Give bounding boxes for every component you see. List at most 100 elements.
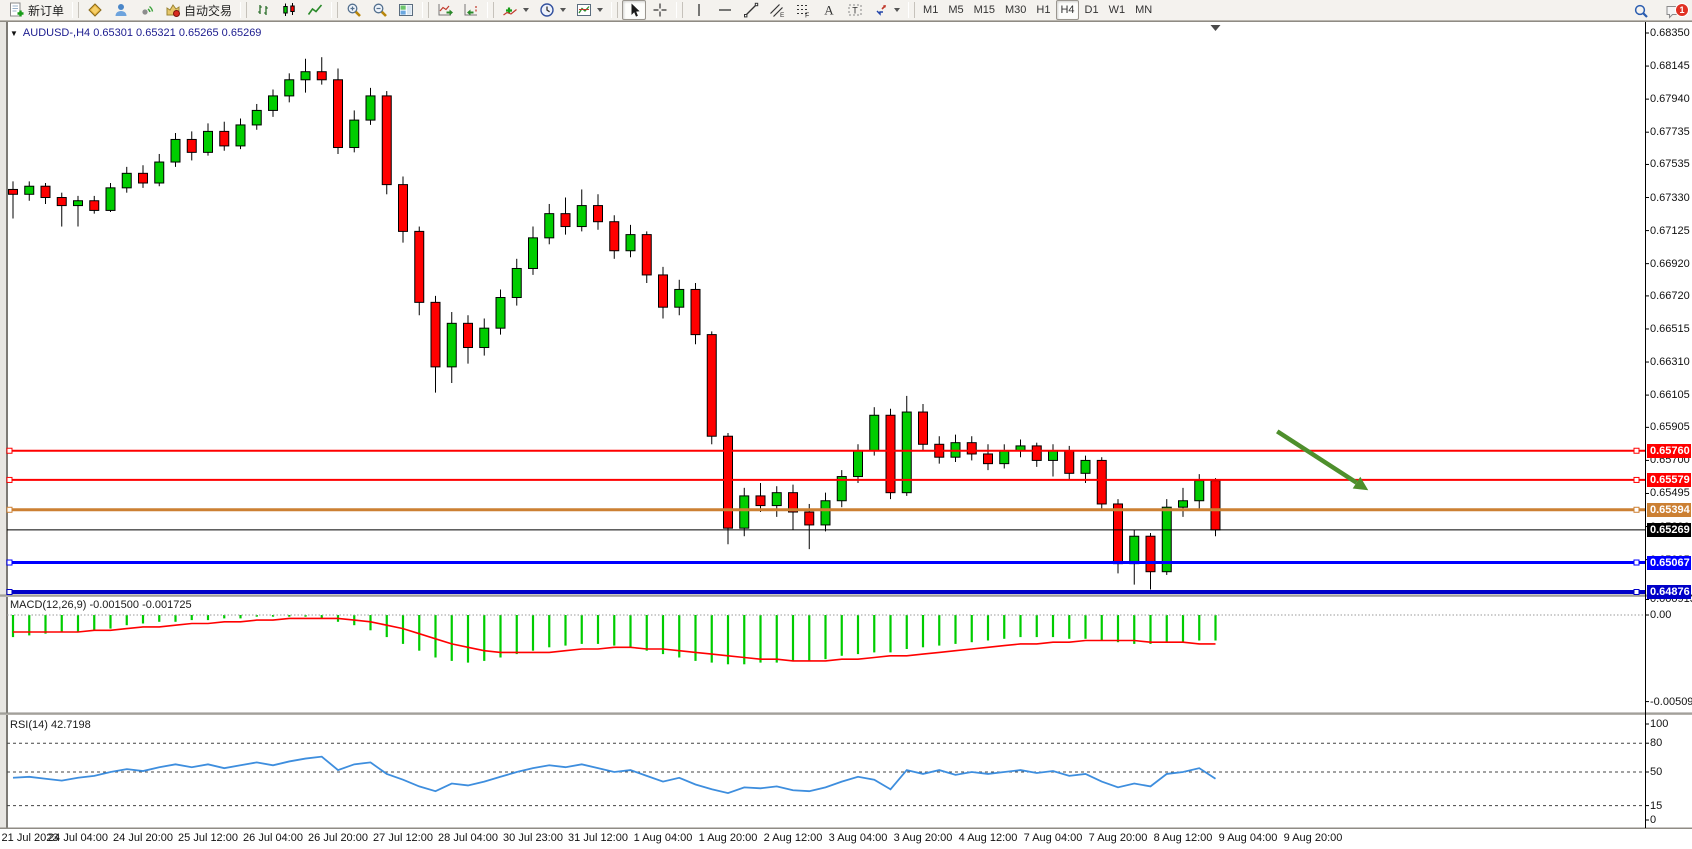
- trend-arrow-annotation[interactable]: [1277, 431, 1356, 482]
- main-toolbar: 新订单 自动交易 EFAT M1M5M15M30H1H4 D1 W1MN 1: [0, 0, 1692, 21]
- support-line-darkblue-handle-right[interactable]: [1634, 590, 1639, 595]
- candle-body: [1130, 536, 1139, 563]
- timeframe-m15[interactable]: M15: [970, 0, 999, 20]
- resistance-line-1-price-label: 0.65760: [1647, 444, 1691, 458]
- profile-button[interactable]: [109, 0, 133, 20]
- toolbar-separator: [72, 2, 79, 18]
- timeframe-m1[interactable]: M1: [919, 0, 942, 20]
- text-icon: A: [821, 2, 837, 18]
- toolbar-group: [432, 0, 484, 20]
- candle-body: [626, 235, 635, 251]
- resistance-line-2-handle-left[interactable]: [7, 477, 12, 482]
- resistance-line-2-handle-right[interactable]: [1634, 477, 1639, 482]
- timeframe-h1[interactable]: H1: [1032, 0, 1054, 20]
- zoom-out-button[interactable]: [368, 0, 392, 20]
- trendline-button[interactable]: [739, 0, 763, 20]
- candle-body: [691, 289, 700, 334]
- zoom-in-button[interactable]: [342, 0, 366, 20]
- tile-windows-icon: [398, 2, 414, 18]
- time-axis-label: 25 Jul 12:00: [178, 832, 238, 844]
- text-label-button[interactable]: T: [843, 0, 867, 20]
- gold-chart-button[interactable]: [83, 0, 107, 20]
- resistance-line-1-handle-left[interactable]: [7, 448, 12, 453]
- candlestick-button[interactable]: [277, 0, 301, 20]
- rsi-indicator-label: RSI(14) 42.7198: [10, 719, 91, 731]
- candle-body: [984, 454, 993, 464]
- chart-shift-marker[interactable]: [1211, 25, 1221, 31]
- toolbar-group: M1M5M15M30H1H4 D1 W1MN: [918, 0, 1157, 20]
- candle-body: [382, 96, 391, 185]
- price-axis-tick: 0.67125: [1650, 225, 1690, 237]
- timeframe-h4[interactable]: H4: [1056, 0, 1078, 20]
- new-order-icon: [9, 2, 25, 18]
- timeframe-w1[interactable]: W1: [1105, 0, 1130, 20]
- rsi-axis-tick: 100: [1650, 718, 1668, 730]
- chart-window[interactable]: ▼ AUDUSD-,H4 0.65301 0.65321 0.65265 0.6…: [0, 21, 1692, 849]
- rsi-axis-tick: 15: [1650, 800, 1662, 812]
- candle-body: [90, 201, 99, 211]
- period-icon: [539, 2, 555, 18]
- cursor-button[interactable]: [622, 0, 646, 20]
- support-line-blue-price-label: 0.65067: [1647, 556, 1691, 570]
- time-axis-label: 1 Aug 04:00: [634, 832, 693, 844]
- notifications-button[interactable]: 1: [1661, 1, 1685, 21]
- timeframe-m30[interactable]: M30: [1001, 0, 1030, 20]
- support-line-orange-handle-right[interactable]: [1634, 507, 1639, 512]
- vertical-line-button[interactable]: [687, 0, 711, 20]
- templates-button[interactable]: [572, 0, 607, 20]
- support-line-darkblue-handle-left[interactable]: [7, 590, 12, 595]
- periods-button[interactable]: [535, 0, 570, 20]
- svg-text:E: E: [780, 12, 785, 18]
- new-order-button[interactable]: 新订单: [5, 0, 68, 20]
- dropdown-arrow-icon[interactable]: [894, 8, 900, 12]
- auto-scroll-button[interactable]: [433, 0, 457, 20]
- time-axis-label: 24 Jul 04:00: [48, 832, 108, 844]
- dropdown-arrow-icon[interactable]: [597, 8, 603, 12]
- timeframe-d1[interactable]: D1: [1081, 0, 1103, 20]
- crosshair-button[interactable]: [648, 0, 672, 20]
- indicators-icon: [502, 2, 518, 18]
- support-line-blue-handle-right[interactable]: [1634, 560, 1639, 565]
- candle-body: [464, 323, 473, 347]
- horizontal-line-button[interactable]: [713, 0, 737, 20]
- candle-body: [25, 186, 34, 194]
- search-icon: [1633, 3, 1649, 19]
- support-line-orange-handle-left[interactable]: [7, 507, 12, 512]
- bar-chart-button[interactable]: [251, 0, 275, 20]
- toolbar-group: [497, 0, 608, 20]
- dropdown-arrow-icon[interactable]: [523, 8, 529, 12]
- arrows-button[interactable]: [869, 0, 904, 20]
- text-button[interactable]: A: [817, 0, 841, 20]
- line-chart-button[interactable]: [303, 0, 327, 20]
- macd-histogram: [13, 615, 1216, 664]
- timeframe-d1-label: D1: [1085, 4, 1099, 16]
- candle-body: [1081, 460, 1090, 473]
- support-line-blue-handle-left[interactable]: [7, 560, 12, 565]
- time-axis-label: 9 Aug 04:00: [1219, 832, 1278, 844]
- tile-windows-button[interactable]: [394, 0, 418, 20]
- equidistant-channel-button[interactable]: E: [765, 0, 789, 20]
- auto-scroll-icon: [437, 2, 453, 18]
- timeframe-m5[interactable]: M5: [944, 0, 967, 20]
- candle-body: [252, 110, 261, 125]
- time-axis-label: 31 Jul 12:00: [568, 832, 628, 844]
- label-icon: T: [847, 2, 863, 18]
- dropdown-arrow-icon[interactable]: [560, 8, 566, 12]
- auto-trading-button[interactable]: 自动交易: [161, 0, 236, 20]
- symbol-ohlc-text: AUDUSD-,H4 0.65301 0.65321 0.65265 0.652…: [23, 27, 262, 39]
- toolbar-separator: [240, 2, 247, 18]
- chart-shift-button[interactable]: [459, 0, 483, 20]
- search-button[interactable]: [1629, 1, 1653, 21]
- chart-canvas[interactable]: [0, 22, 1692, 849]
- candle-body: [919, 412, 928, 444]
- resistance-line-1-handle-right[interactable]: [1634, 448, 1639, 453]
- fibonacci-button[interactable]: F: [791, 0, 815, 20]
- candle-body: [415, 231, 424, 302]
- chevron-down-icon[interactable]: ▼: [10, 29, 18, 38]
- macd-axis-tick: 0.00: [1650, 609, 1671, 621]
- indicators-button[interactable]: [498, 0, 533, 20]
- toolbar-group: 自动交易: [82, 0, 237, 20]
- signals-button[interactable]: [135, 0, 159, 20]
- candle-body: [740, 496, 749, 528]
- timeframe-mn[interactable]: MN: [1131, 0, 1156, 20]
